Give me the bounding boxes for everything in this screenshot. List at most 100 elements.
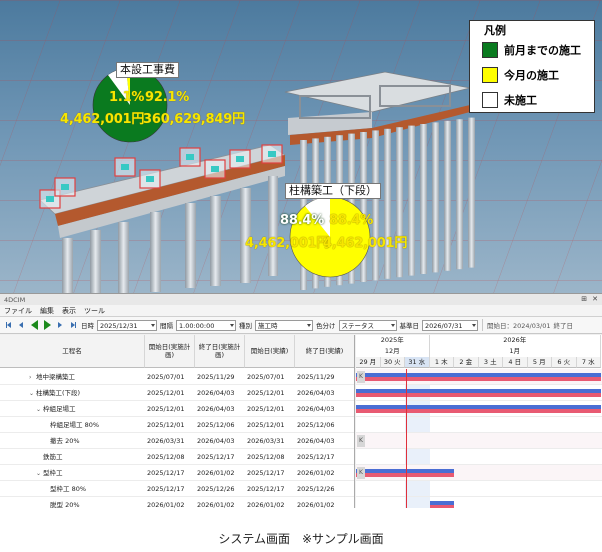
base-date-field[interactable]: 2026/07/31: [422, 319, 478, 331]
expand-toggle-icon[interactable]: ⌄: [36, 466, 43, 482]
date-cell: 2025/12/08: [147, 453, 185, 461]
table-row[interactable]: ⌄ 枠組足場工 2025/12/01 2026/04/03 2025/12/01 2026…: [0, 401, 354, 418]
task-name-cell: 鉄筋工: [36, 449, 63, 465]
menu-edit[interactable]: 編集: [40, 306, 54, 316]
date-cell: 2026/04/03: [297, 405, 335, 413]
pie-main-right-amount: 360,629,849円: [143, 112, 245, 127]
pier-column: [150, 212, 161, 292]
gantt-actual-bar[interactable]: [356, 473, 454, 477]
gantt-row[interactable]: [356, 497, 602, 508]
date-field[interactable]: 2025/12/31: [97, 319, 157, 331]
legend-item-current: 今月の施工: [482, 66, 559, 84]
table-row[interactable]: ⌄ 型枠工 2025/12/17 2026/01/02 2025/12/17 2026/0…: [0, 465, 354, 481]
rebar-cap: [146, 176, 154, 182]
date-cell: 2025/11/29: [197, 373, 235, 381]
figure-caption: システム画面 ※サンプル画面: [218, 532, 384, 546]
gantt-actual-bar[interactable]: [356, 377, 601, 381]
play-icon[interactable]: [42, 319, 52, 331]
task-name-cell: › 地中梁構築工: [29, 369, 75, 385]
3d-model-view[interactable]: 本設工事費 1.1% 92.1% 4,462,001円 360,629,849円…: [0, 0, 602, 293]
gantt-row[interactable]: [356, 385, 602, 401]
table-row[interactable]: 撤去 20% 2026/03/31 2026/04/03 2026/03/31 2026…: [0, 433, 354, 449]
legend-label: 今月の施工: [504, 69, 559, 82]
gantt-row[interactable]: [356, 465, 602, 481]
gantt-actual-bar[interactable]: [356, 409, 601, 413]
gantt-row[interactable]: [356, 417, 602, 433]
date-cell: 2026/01/02: [297, 469, 335, 477]
col-header-actual-start[interactable]: 開始日(実績): [245, 335, 295, 368]
date-cell: 2026/04/03: [197, 389, 235, 397]
date-label: 日時: [81, 322, 94, 330]
color-select[interactable]: ステータス: [338, 319, 397, 331]
task-name-cell: ⌄ 型枠工: [36, 465, 63, 481]
gantt-month-header: 1月: [430, 346, 601, 357]
gantt-day-header: 4 日: [503, 357, 528, 368]
date-cell: 2026/01/02: [197, 501, 235, 508]
prev-step-button[interactable]: [16, 319, 26, 331]
pin-icon[interactable]: ⊞: [581, 295, 587, 303]
legend-item-previous: 前月までの施工: [482, 41, 581, 59]
menu-tools[interactable]: ツール: [84, 306, 105, 316]
col-header-plan-start[interactable]: 開始日(実施計画): [145, 335, 195, 368]
pier-column: [432, 122, 439, 273]
task-name: 地中梁構築工: [36, 373, 75, 381]
gantt-day-header: 3 土: [478, 357, 503, 368]
date-cell: 2026/03/31: [247, 437, 285, 445]
table-row[interactable]: 枠組足場工 80% 2025/12/01 2025/12/06 2025/12/01 2…: [0, 417, 354, 433]
gantt-row[interactable]: [356, 433, 602, 449]
expand-toggle-icon[interactable]: ›: [29, 370, 36, 386]
gantt-day-header: 6 火: [552, 357, 577, 368]
table-row[interactable]: ⌄ 柱構築工(下段) 2025/12/01 2026/04/03 2025/12/01 2…: [0, 385, 354, 402]
table-row[interactable]: 型枠工 80% 2025/12/17 2025/12/26 2025/12/17 202…: [0, 481, 354, 497]
col-header-name[interactable]: 工程名: [0, 335, 145, 368]
rebar-cap: [268, 151, 276, 157]
legend-label: 前月までの施工: [504, 44, 581, 57]
color-label: 色分け: [316, 322, 336, 330]
next-step-button[interactable]: [55, 319, 65, 331]
start-date-text: 開始日：2024/03/01: [487, 322, 551, 330]
toolbar: 日時 2025/12/31 間隔 1.00:00:00 種別 施工時 色分け ス…: [0, 317, 602, 334]
col-header-actual-end[interactable]: 終了日(実績): [295, 335, 354, 368]
rebar-cap: [46, 196, 54, 202]
gantt-row[interactable]: [356, 449, 602, 465]
legend-swatch-yellow: [482, 67, 498, 83]
expand-toggle-icon[interactable]: ⌄: [36, 402, 43, 418]
gantt-row[interactable]: [356, 481, 602, 497]
gantt-actual-bar[interactable]: [356, 393, 601, 397]
pier-column: [210, 196, 221, 286]
gantt-day-header: 30 火: [380, 357, 405, 368]
rebar-cap: [236, 156, 244, 162]
table-row[interactable]: 鉄筋工 2025/12/08 2025/12/17 2025/12/08 2025/12…: [0, 449, 354, 465]
date-cell: 2025/12/26: [297, 485, 335, 493]
date-cell: 2026/04/03: [197, 437, 235, 445]
play-back-icon[interactable]: [29, 319, 39, 331]
menu-file[interactable]: ファイル: [4, 306, 32, 316]
table-row[interactable]: › 地中梁構築工 2025/07/01 2025/11/29 2025/07/01 202…: [0, 369, 354, 385]
scroll-left-marker[interactable]: K: [357, 371, 365, 383]
col-header-plan-end[interactable]: 終了日(実施計画): [195, 335, 245, 368]
rebar-cap: [186, 154, 194, 160]
pier-column: [408, 125, 415, 276]
pier-column: [456, 119, 463, 270]
scroll-left-marker[interactable]: K: [357, 467, 365, 479]
gantt-day-header: 29 月: [356, 357, 381, 368]
table-row[interactable]: 脱型 20% 2026/01/02 2026/01/02 2026/01/02 2026…: [0, 497, 354, 508]
gantt-row[interactable]: [356, 369, 602, 385]
kind-select[interactable]: 施工時: [255, 319, 313, 331]
pier-column: [396, 127, 403, 278]
legend-swatch-white: [482, 92, 498, 108]
gantt-chart[interactable]: 2025年 2026年 12月 1月 29 月 30 火 31 水1 木2 金3 土4 日5…: [356, 335, 602, 508]
close-icon[interactable]: ✕: [592, 295, 598, 303]
gantt-actual-bar[interactable]: [429, 505, 454, 508]
date-cell: 2025/12/01: [247, 421, 285, 429]
menu-view[interactable]: 表示: [62, 306, 76, 316]
task-name: 鉄筋工: [43, 453, 63, 461]
gantt-row[interactable]: [356, 401, 602, 417]
first-button[interactable]: [3, 319, 13, 331]
pie-sub-right-amount: 4,462,001円: [323, 236, 408, 251]
last-button[interactable]: [68, 319, 78, 331]
date-cell: 2026/01/02: [197, 469, 235, 477]
interval-field[interactable]: 1.00:00:00: [176, 319, 236, 331]
scroll-left-marker[interactable]: K: [357, 435, 365, 447]
expand-toggle-icon[interactable]: ⌄: [29, 386, 36, 402]
